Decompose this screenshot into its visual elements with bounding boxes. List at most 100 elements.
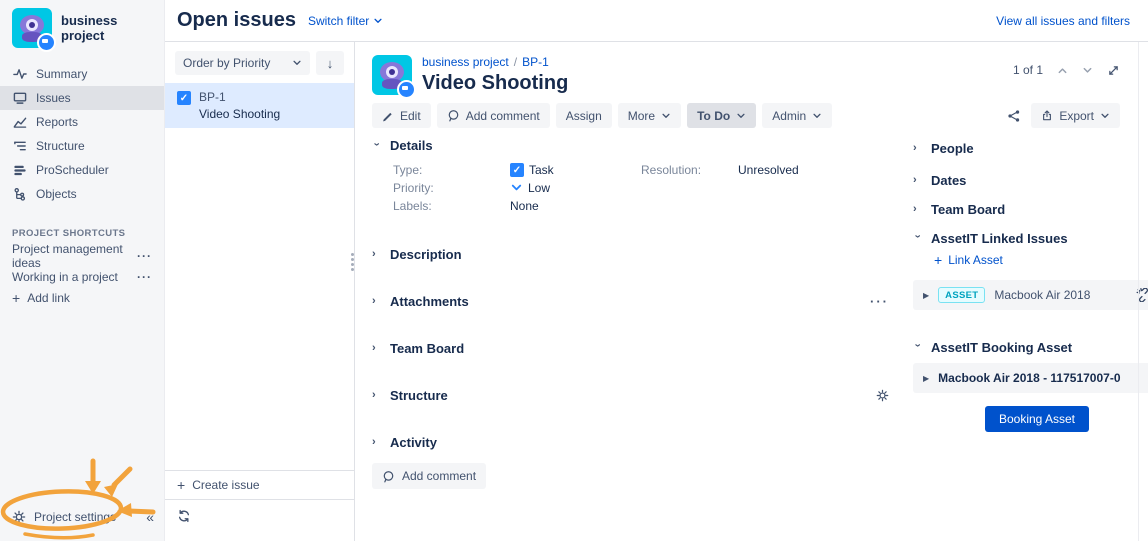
linked-asset-row[interactable]: ▶ ASSET Macbook Air 2018 <box>913 280 1148 310</box>
assign-button[interactable]: Assign <box>556 103 612 128</box>
sidebar-item-structure[interactable]: Structure <box>0 134 164 158</box>
chevron-expanded-icon: › <box>912 235 924 244</box>
breadcrumb-project-link[interactable]: business project <box>422 55 509 69</box>
add-comment-button[interactable]: Add comment <box>437 103 550 128</box>
filter-header: Open issues Switch filter View all issue… <box>165 0 1148 42</box>
breadcrumb-separator: / <box>514 55 517 69</box>
section-label: Attachments <box>390 294 469 309</box>
shortcut-working-in-a-project[interactable]: Working in a project ··· <box>0 266 164 287</box>
link-asset-button[interactable]: + Link Asset <box>934 253 1148 267</box>
section-team-board-right[interactable]: › Team Board <box>913 201 1148 217</box>
structure-icon <box>12 139 27 153</box>
section-assetit-booking-asset[interactable]: › AssetIT Booking Asset <box>913 339 1148 355</box>
shortcut-project-management-ideas[interactable]: Project management ideas ··· <box>0 245 164 266</box>
issue-list-panel: Order by Priority ↓ ✓ BP-1 Video Shootin… <box>165 42 355 541</box>
project-sidebar: business project Summary Issues Reports <box>0 0 165 541</box>
shortcut-more-icon[interactable]: ··· <box>137 270 152 284</box>
panel-resize-handle[interactable] <box>351 253 354 271</box>
booking-asset-button[interactable]: Booking Asset <box>985 406 1089 432</box>
chevron-down-icon <box>812 111 822 121</box>
sidebar-footer: Project settings « <box>12 509 154 525</box>
edit-button[interactable]: Edit <box>372 103 431 128</box>
add-comment-footer-button[interactable]: Add comment <box>372 463 486 489</box>
project-header: business project <box>0 0 164 58</box>
chevron-up-icon[interactable] <box>1057 65 1068 76</box>
more-menu-button[interactable]: More <box>618 103 681 128</box>
add-link-label: Add link <box>27 291 70 305</box>
breadcrumb-issue-link[interactable]: BP-1 <box>522 55 549 69</box>
add-link-button[interactable]: + Add link <box>0 287 164 309</box>
chevron-collapsed-icon: › <box>372 295 381 307</box>
sidebar-item-reports[interactable]: Reports <box>0 110 164 134</box>
structure-settings-gear-icon[interactable] <box>876 389 889 402</box>
expand-triangle-icon[interactable]: ▶ <box>923 374 929 383</box>
export-button[interactable]: Export <box>1031 103 1120 128</box>
section-people[interactable]: › People <box>913 140 1148 156</box>
page-title: Open issues <box>177 9 296 32</box>
edit-label: Edit <box>400 109 421 123</box>
sidebar-item-label: Summary <box>36 67 87 81</box>
sidebar-item-issues[interactable]: Issues <box>0 86 164 110</box>
section-description[interactable]: › Description <box>372 246 889 262</box>
shortcut-label: Working in a project <box>12 270 118 284</box>
section-attachments[interactable]: › Attachments ··· <box>372 293 889 309</box>
sidebar-item-label: ProScheduler <box>36 163 109 177</box>
sidebar-item-summary[interactable]: Summary <box>0 62 164 86</box>
sidebar-nav: Summary Issues Reports Structure <box>0 62 164 206</box>
section-activity[interactable]: › Activity <box>372 434 889 450</box>
section-dates[interactable]: › Dates <box>913 172 1148 188</box>
section-label: Team Board <box>390 341 464 356</box>
section-details[interactable]: › Details <box>372 138 889 153</box>
view-all-issues-link[interactable]: View all issues and filters <box>996 14 1130 28</box>
plus-icon: + <box>177 478 185 492</box>
create-issue-button[interactable]: + Create issue <box>165 470 354 499</box>
share-icon[interactable] <box>1007 109 1021 123</box>
type-value: ✓ Task <box>510 162 554 177</box>
section-team-board[interactable]: › Team Board <box>372 340 889 356</box>
section-label: Details <box>390 138 433 153</box>
section-label: Activity <box>390 435 437 450</box>
issue-summary: Video Shooting <box>199 107 280 121</box>
collapse-sidebar-icon[interactable]: « <box>146 509 154 525</box>
sort-direction-button[interactable]: ↓ <box>316 51 344 75</box>
expand-icon[interactable] <box>1107 64 1120 77</box>
issue-list-item[interactable]: ✓ BP-1 Video Shooting <box>165 83 354 128</box>
sidebar-item-label: Structure <box>36 139 85 153</box>
section-assetit-linked-issues[interactable]: › AssetIT Linked Issues <box>913 230 1148 246</box>
chevron-down-icon[interactable] <box>1082 65 1093 76</box>
issue-title: Video Shooting <box>422 72 568 95</box>
section-structure[interactable]: › Structure <box>372 387 889 403</box>
labels-value: None <box>510 199 539 213</box>
breadcrumb: business project / BP-1 <box>422 55 568 69</box>
export-icon <box>1041 109 1053 122</box>
sidebar-item-objects[interactable]: Objects <box>0 182 164 206</box>
issue-pager: 1 of 1 <box>1013 55 1120 77</box>
sidebar-item-proscheduler[interactable]: ProScheduler <box>0 158 164 182</box>
project-settings-label[interactable]: Project settings <box>34 510 116 524</box>
status-dropdown-button[interactable]: To Do <box>687 103 756 128</box>
expand-triangle-icon[interactable]: ▶ <box>923 291 929 300</box>
order-by-select[interactable]: Order by Priority <box>175 51 310 75</box>
create-issue-label: Create issue <box>192 478 259 492</box>
switch-filter-label: Switch filter <box>308 14 369 28</box>
admin-menu-button[interactable]: Admin <box>762 103 832 128</box>
chevron-down-icon <box>736 111 746 121</box>
comment-icon <box>447 109 460 122</box>
shortcut-more-icon[interactable]: ··· <box>137 249 152 263</box>
chevron-down-icon <box>1100 111 1110 121</box>
detail-right-column: › People › Dates › Team Board › AssetIT … <box>913 132 1148 489</box>
gear-icon <box>12 510 26 524</box>
priority-low-icon <box>510 181 523 194</box>
booking-asset-row[interactable]: ▶ Macbook Air 2018 - 117517007-0 <box>913 363 1148 393</box>
attachments-more-icon[interactable]: ··· <box>870 294 889 309</box>
project-type-badge-icon <box>397 80 416 99</box>
sidebar-item-label: Objects <box>36 187 77 201</box>
issue-detail-panel: business project / BP-1 Video Shooting 1… <box>356 42 1148 541</box>
list-footer <box>165 499 354 541</box>
section-label: People <box>931 141 974 156</box>
pager-position: 1 of 1 <box>1013 63 1043 77</box>
resolution-value: Unresolved <box>738 163 799 177</box>
switch-filter-button[interactable]: Switch filter <box>308 14 383 28</box>
refresh-icon[interactable] <box>177 509 342 523</box>
chevron-down-icon <box>373 16 383 26</box>
